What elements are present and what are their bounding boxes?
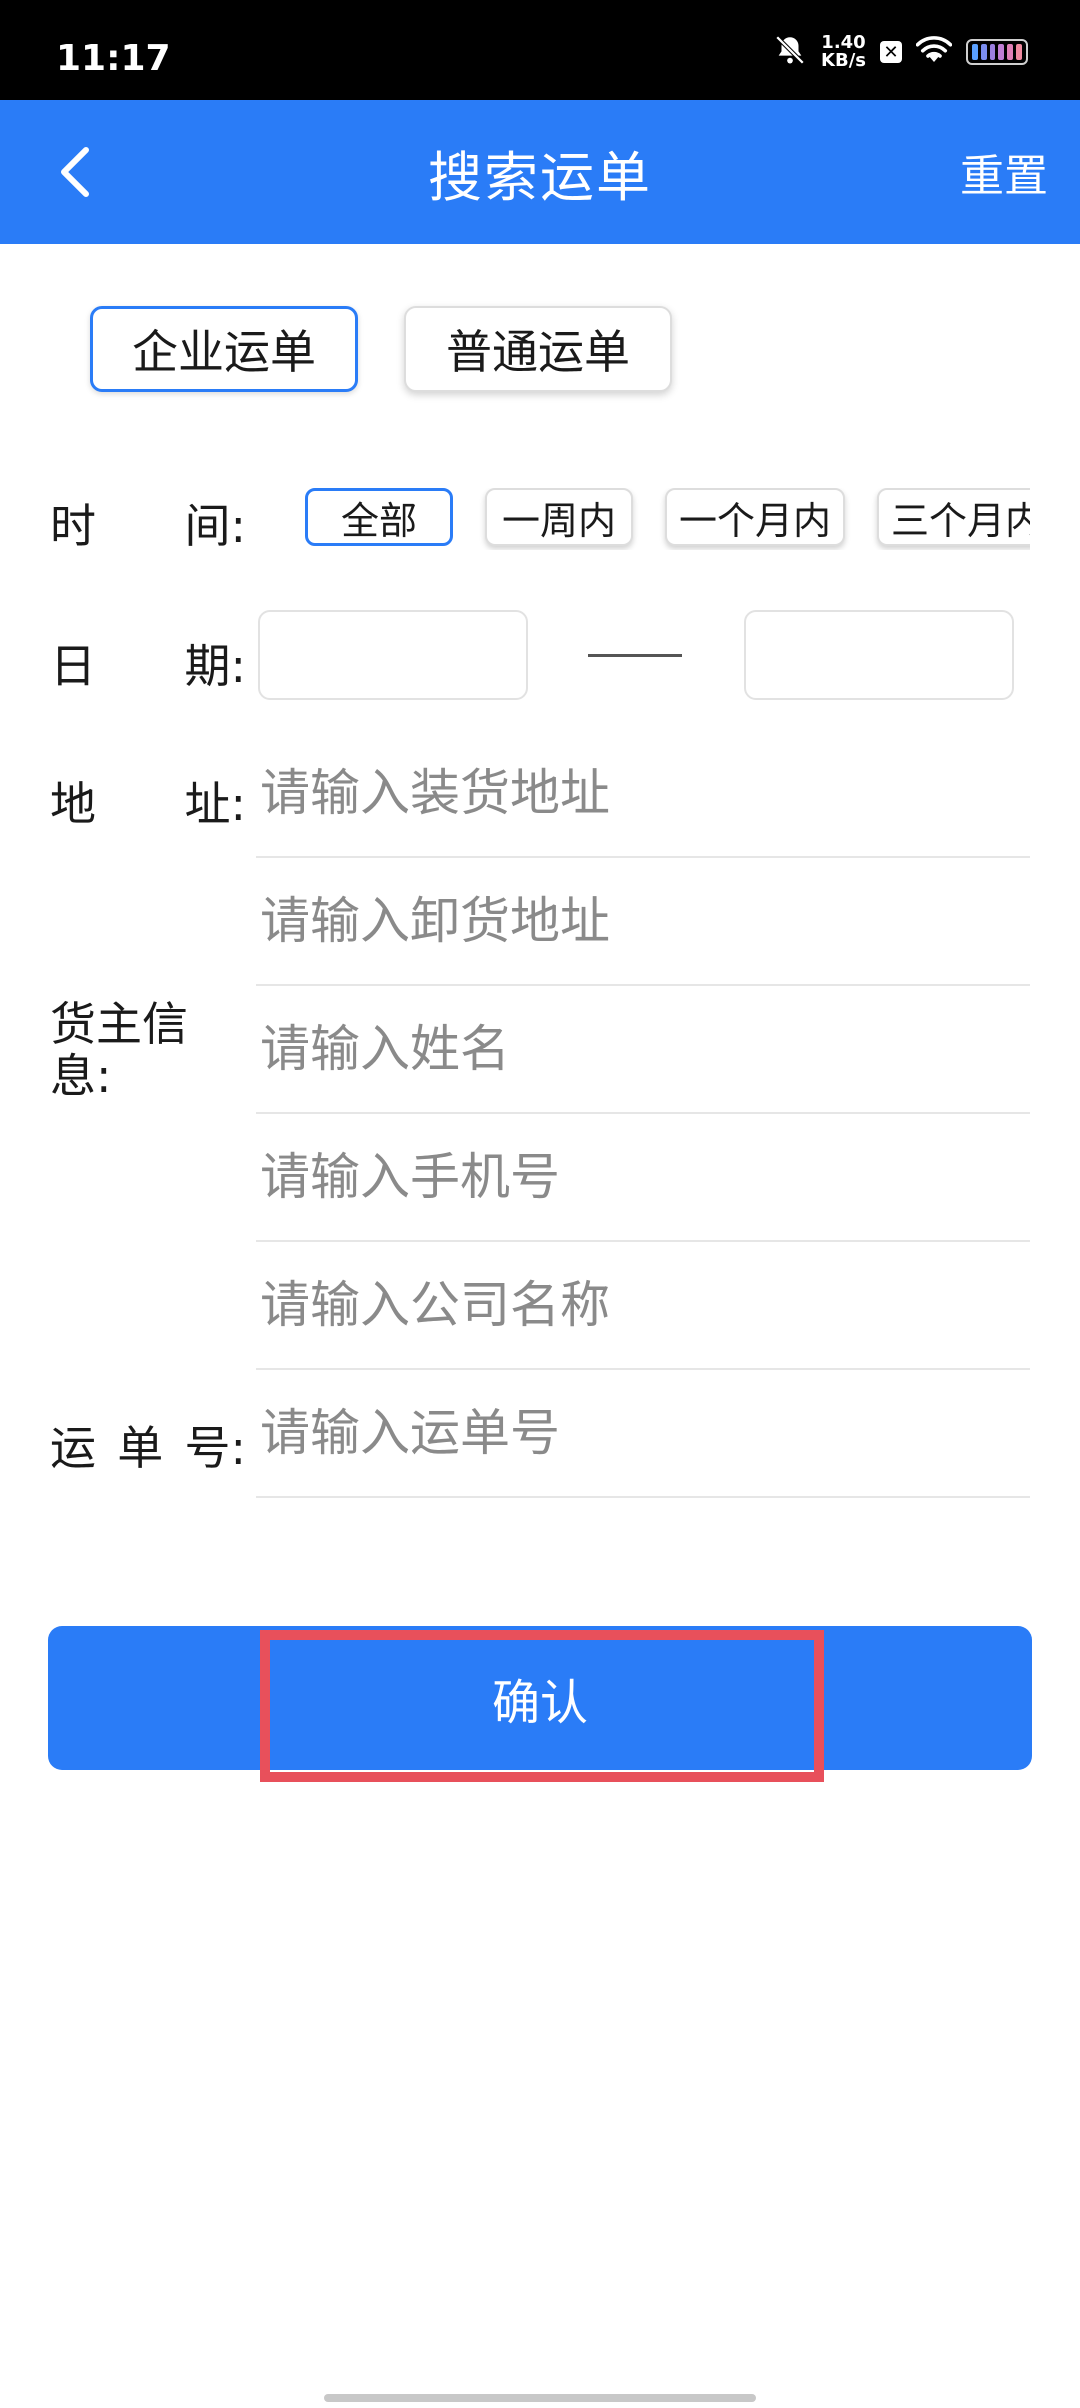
app-header: 搜索运单 重置 [0, 100, 1080, 244]
address-label-part: 地 [50, 777, 96, 831]
load-address-input[interactable] [256, 730, 1030, 858]
date-label-part: 日 [50, 639, 96, 693]
waybill-label-part: 号: [184, 1421, 247, 1475]
waybill-number-label: 运 单 号: [50, 1412, 246, 1478]
close-badge-icon: ✕ [880, 41, 902, 63]
address-label-part: 址: [184, 777, 247, 831]
net-speed-unit: KB/s [821, 50, 866, 71]
home-indicator[interactable] [324, 2394, 756, 2402]
time-option-week[interactable]: 一周内 [485, 488, 633, 546]
page-title: 搜索运单 [428, 145, 652, 209]
shipper-phone-input[interactable] [256, 1114, 1030, 1242]
status-bar: 11:17 1.40 KB/s ✕ [0, 0, 1080, 100]
company-name-input[interactable] [256, 1242, 1030, 1370]
date-range-separator [588, 654, 682, 657]
waybill-label-part: 单 [117, 1421, 164, 1475]
waybill-number-input[interactable] [256, 1370, 1030, 1498]
shipper-info-label: 货主信息: [50, 997, 188, 1103]
time-label-part: 时 [50, 499, 96, 553]
date-label: 日 期: [50, 630, 246, 696]
date-start-field[interactable] [258, 610, 528, 700]
address-label: 地 址: [50, 768, 246, 834]
time-label-part: 间: [184, 499, 247, 553]
waybill-label-part: 运 [50, 1421, 96, 1475]
unload-address-input[interactable] [256, 858, 1030, 986]
battery-icon [966, 39, 1028, 65]
net-speed: 1.40 KB/s [821, 34, 866, 70]
status-time: 11:17 [56, 38, 171, 79]
shipper-name-input[interactable] [256, 986, 1030, 1114]
time-option-three-months[interactable]: 三个月内 [877, 488, 1030, 546]
tab-enterprise-waybill[interactable]: 企业运单 [90, 306, 358, 392]
time-options: 全部 一周内 一个月内 三个月内 [305, 488, 1030, 550]
wifi-icon [915, 35, 953, 69]
time-label: 时 间: [50, 490, 246, 556]
date-label-part: 期: [184, 639, 247, 693]
time-option-month[interactable]: 一个月内 [665, 488, 845, 546]
reset-button[interactable]: 重置 [960, 100, 1048, 244]
date-end-field[interactable] [744, 610, 1014, 700]
time-option-all[interactable]: 全部 [305, 488, 453, 546]
tab-normal-waybill[interactable]: 普通运单 [404, 306, 672, 392]
confirm-button[interactable]: 确认 [48, 1626, 1032, 1770]
bell-off-icon [773, 33, 807, 71]
status-icons: 1.40 KB/s ✕ [773, 30, 1028, 74]
